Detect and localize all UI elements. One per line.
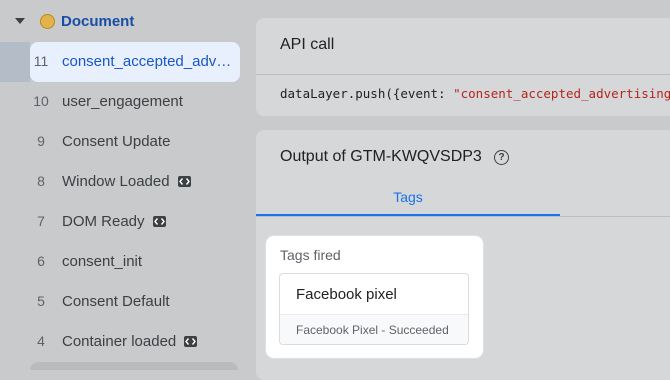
code-prefix: dataLayer.push({event: [280, 86, 454, 101]
sidebar: Document 11consent_accepted_advertising1… [0, 0, 248, 370]
event-name-text: Window Loaded [62, 173, 170, 190]
event-item[interactable]: 5 Consent Default [30, 282, 240, 322]
tag-status: Facebook Pixel - Succeeded [296, 323, 449, 337]
event-name: Consent Update [62, 133, 170, 150]
event-name: consent_accepted_advertising [62, 53, 236, 70]
document-status-icon [40, 14, 55, 29]
tab-tags-label: Tags [393, 189, 423, 205]
event-name: Container loaded [62, 333, 198, 350]
event-item[interactable]: 7 DOM Ready [30, 202, 240, 242]
event-number: 9 [37, 133, 45, 149]
output-title: Output of GTM-KWQVSDP3 [280, 148, 482, 165]
tab-divider [256, 216, 670, 217]
event-name-text: consent_init [62, 253, 143, 270]
event-name-text: DOM Ready [62, 213, 145, 230]
divider [256, 74, 670, 75]
event-number: 8 [37, 173, 45, 189]
event-number: 4 [37, 333, 45, 349]
tags-fired-title: Tags fired [280, 247, 341, 263]
event-item[interactable]: 10 user_engagement [30, 82, 240, 122]
event-name-text: Consent Default [62, 293, 170, 310]
code-icon [177, 175, 191, 187]
document-row[interactable]: Document [0, 0, 248, 42]
event-item[interactable]: 4 Container loaded [30, 322, 240, 362]
api-call-card: API call dataLayer.push({event: "consent… [256, 18, 670, 116]
event-item[interactable]: 6 consent_init [30, 242, 240, 282]
tab-tags[interactable]: Tags [256, 176, 560, 216]
code-string: "consent_accepted_advertising"}) [453, 86, 670, 101]
selection-accent [0, 42, 30, 82]
event-name: DOM Ready [62, 213, 166, 230]
tag-name: Facebook pixel [296, 286, 397, 303]
event-item[interactable]: 11 consent_accepted_advertising [30, 42, 240, 82]
api-call-title: API call [280, 36, 335, 53]
code-icon [184, 335, 198, 347]
code-icon [152, 215, 166, 227]
event-number: 6 [37, 253, 45, 269]
help-icon[interactable]: ? [494, 150, 509, 165]
api-call-code: dataLayer.push({event: "consent_accepted… [280, 86, 670, 101]
event-number: 5 [37, 293, 45, 309]
tag-status-bar: Facebook Pixel - Succeeded [280, 314, 468, 344]
next-event-item[interactable] [30, 362, 238, 370]
event-number: 11 [33, 53, 49, 69]
event-name: user_engagement [62, 93, 183, 110]
event-name: Consent Default [62, 293, 170, 310]
document-label: Document [61, 13, 135, 30]
event-name: consent_init [62, 253, 142, 270]
event-number: 7 [37, 213, 45, 229]
event-item[interactable]: 9 Consent Update [30, 122, 240, 162]
event-item[interactable]: 8 Window Loaded [30, 162, 240, 202]
tag-card[interactable]: Facebook pixel Facebook Pixel - Succeede… [279, 273, 469, 345]
event-number: 10 [33, 93, 49, 109]
event-name-text: Container loaded [62, 333, 177, 350]
caret-down-icon[interactable] [15, 18, 25, 24]
event-name-text: user_engagement [62, 93, 183, 110]
event-name-text: consent_accepted_advertising [62, 53, 236, 70]
tags-fired-panel: Tags fired Facebook pixel Facebook Pixel… [266, 236, 483, 358]
event-name-text: Consent Update [62, 133, 171, 150]
event-name: Window Loaded [62, 173, 191, 190]
